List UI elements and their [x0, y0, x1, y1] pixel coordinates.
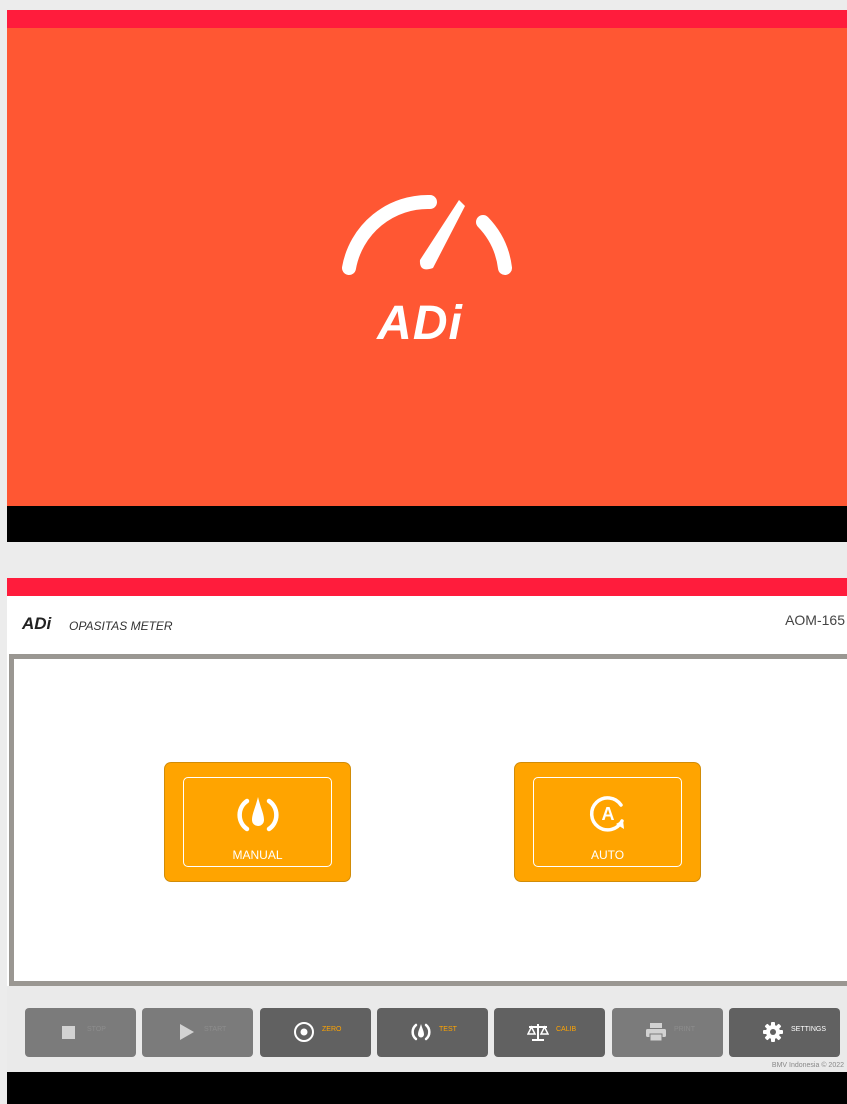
- gauge-drop-icon: [236, 797, 279, 832]
- print-label: PRINT: [674, 1026, 695, 1033]
- auto-cycle-icon: A: [589, 796, 624, 832]
- app-screen: ADi OPASITAS METER AOM-165 MANUAL A AUTO…: [7, 578, 847, 1104]
- bottom-toolbar: STOP START ZERO TEST CALIB PRINT SETTING…: [7, 986, 847, 1072]
- splash-logo: ADi: [335, 180, 525, 355]
- app-title: OPASITAS METER: [69, 619, 173, 633]
- print-button[interactable]: PRINT: [612, 1008, 723, 1057]
- manual-mode-button[interactable]: MANUAL: [165, 763, 350, 881]
- stop-label: STOP: [87, 1026, 106, 1033]
- scale-icon: [527, 1024, 549, 1041]
- calib-button[interactable]: CALIB: [494, 1008, 605, 1057]
- splash-top-bar: [7, 10, 847, 28]
- start-label: START: [204, 1026, 227, 1033]
- test-button[interactable]: TEST: [377, 1008, 488, 1057]
- play-icon: [180, 1024, 194, 1040]
- manual-label: MANUAL: [232, 848, 283, 862]
- app-top-bar: [7, 578, 847, 596]
- splash-screen: ADi: [7, 10, 847, 542]
- target-icon: [294, 1022, 314, 1042]
- start-button[interactable]: START: [142, 1008, 253, 1057]
- gear-icon: [763, 1022, 783, 1042]
- auto-mode-button[interactable]: A AUTO: [515, 763, 700, 881]
- brand-logo: ADi: [22, 614, 52, 633]
- gauge-drop-icon: [411, 1023, 431, 1041]
- zero-button[interactable]: ZERO: [260, 1008, 371, 1057]
- splash-bottom-bar: [7, 506, 847, 542]
- settings-button[interactable]: SETTINGS: [729, 1008, 840, 1057]
- stop-icon: [62, 1026, 75, 1039]
- model-number: AOM-165: [785, 612, 845, 628]
- settings-label: SETTINGS: [791, 1026, 827, 1033]
- svg-text:A: A: [601, 804, 614, 824]
- copyright-text: BMV Indonesia © 2022: [771, 1062, 844, 1069]
- auto-label: AUTO: [590, 848, 625, 862]
- main-panel: [9, 654, 847, 986]
- test-label: TEST: [439, 1026, 457, 1033]
- zero-label: ZERO: [322, 1026, 342, 1033]
- app-bottom-bar: [7, 1072, 847, 1104]
- stop-button[interactable]: STOP: [25, 1008, 136, 1057]
- calib-label: CALIB: [556, 1026, 577, 1033]
- splash-logo-text: ADi: [377, 297, 463, 350]
- printer-icon: [646, 1023, 666, 1042]
- gauge-needle-icon: [342, 194, 512, 275]
